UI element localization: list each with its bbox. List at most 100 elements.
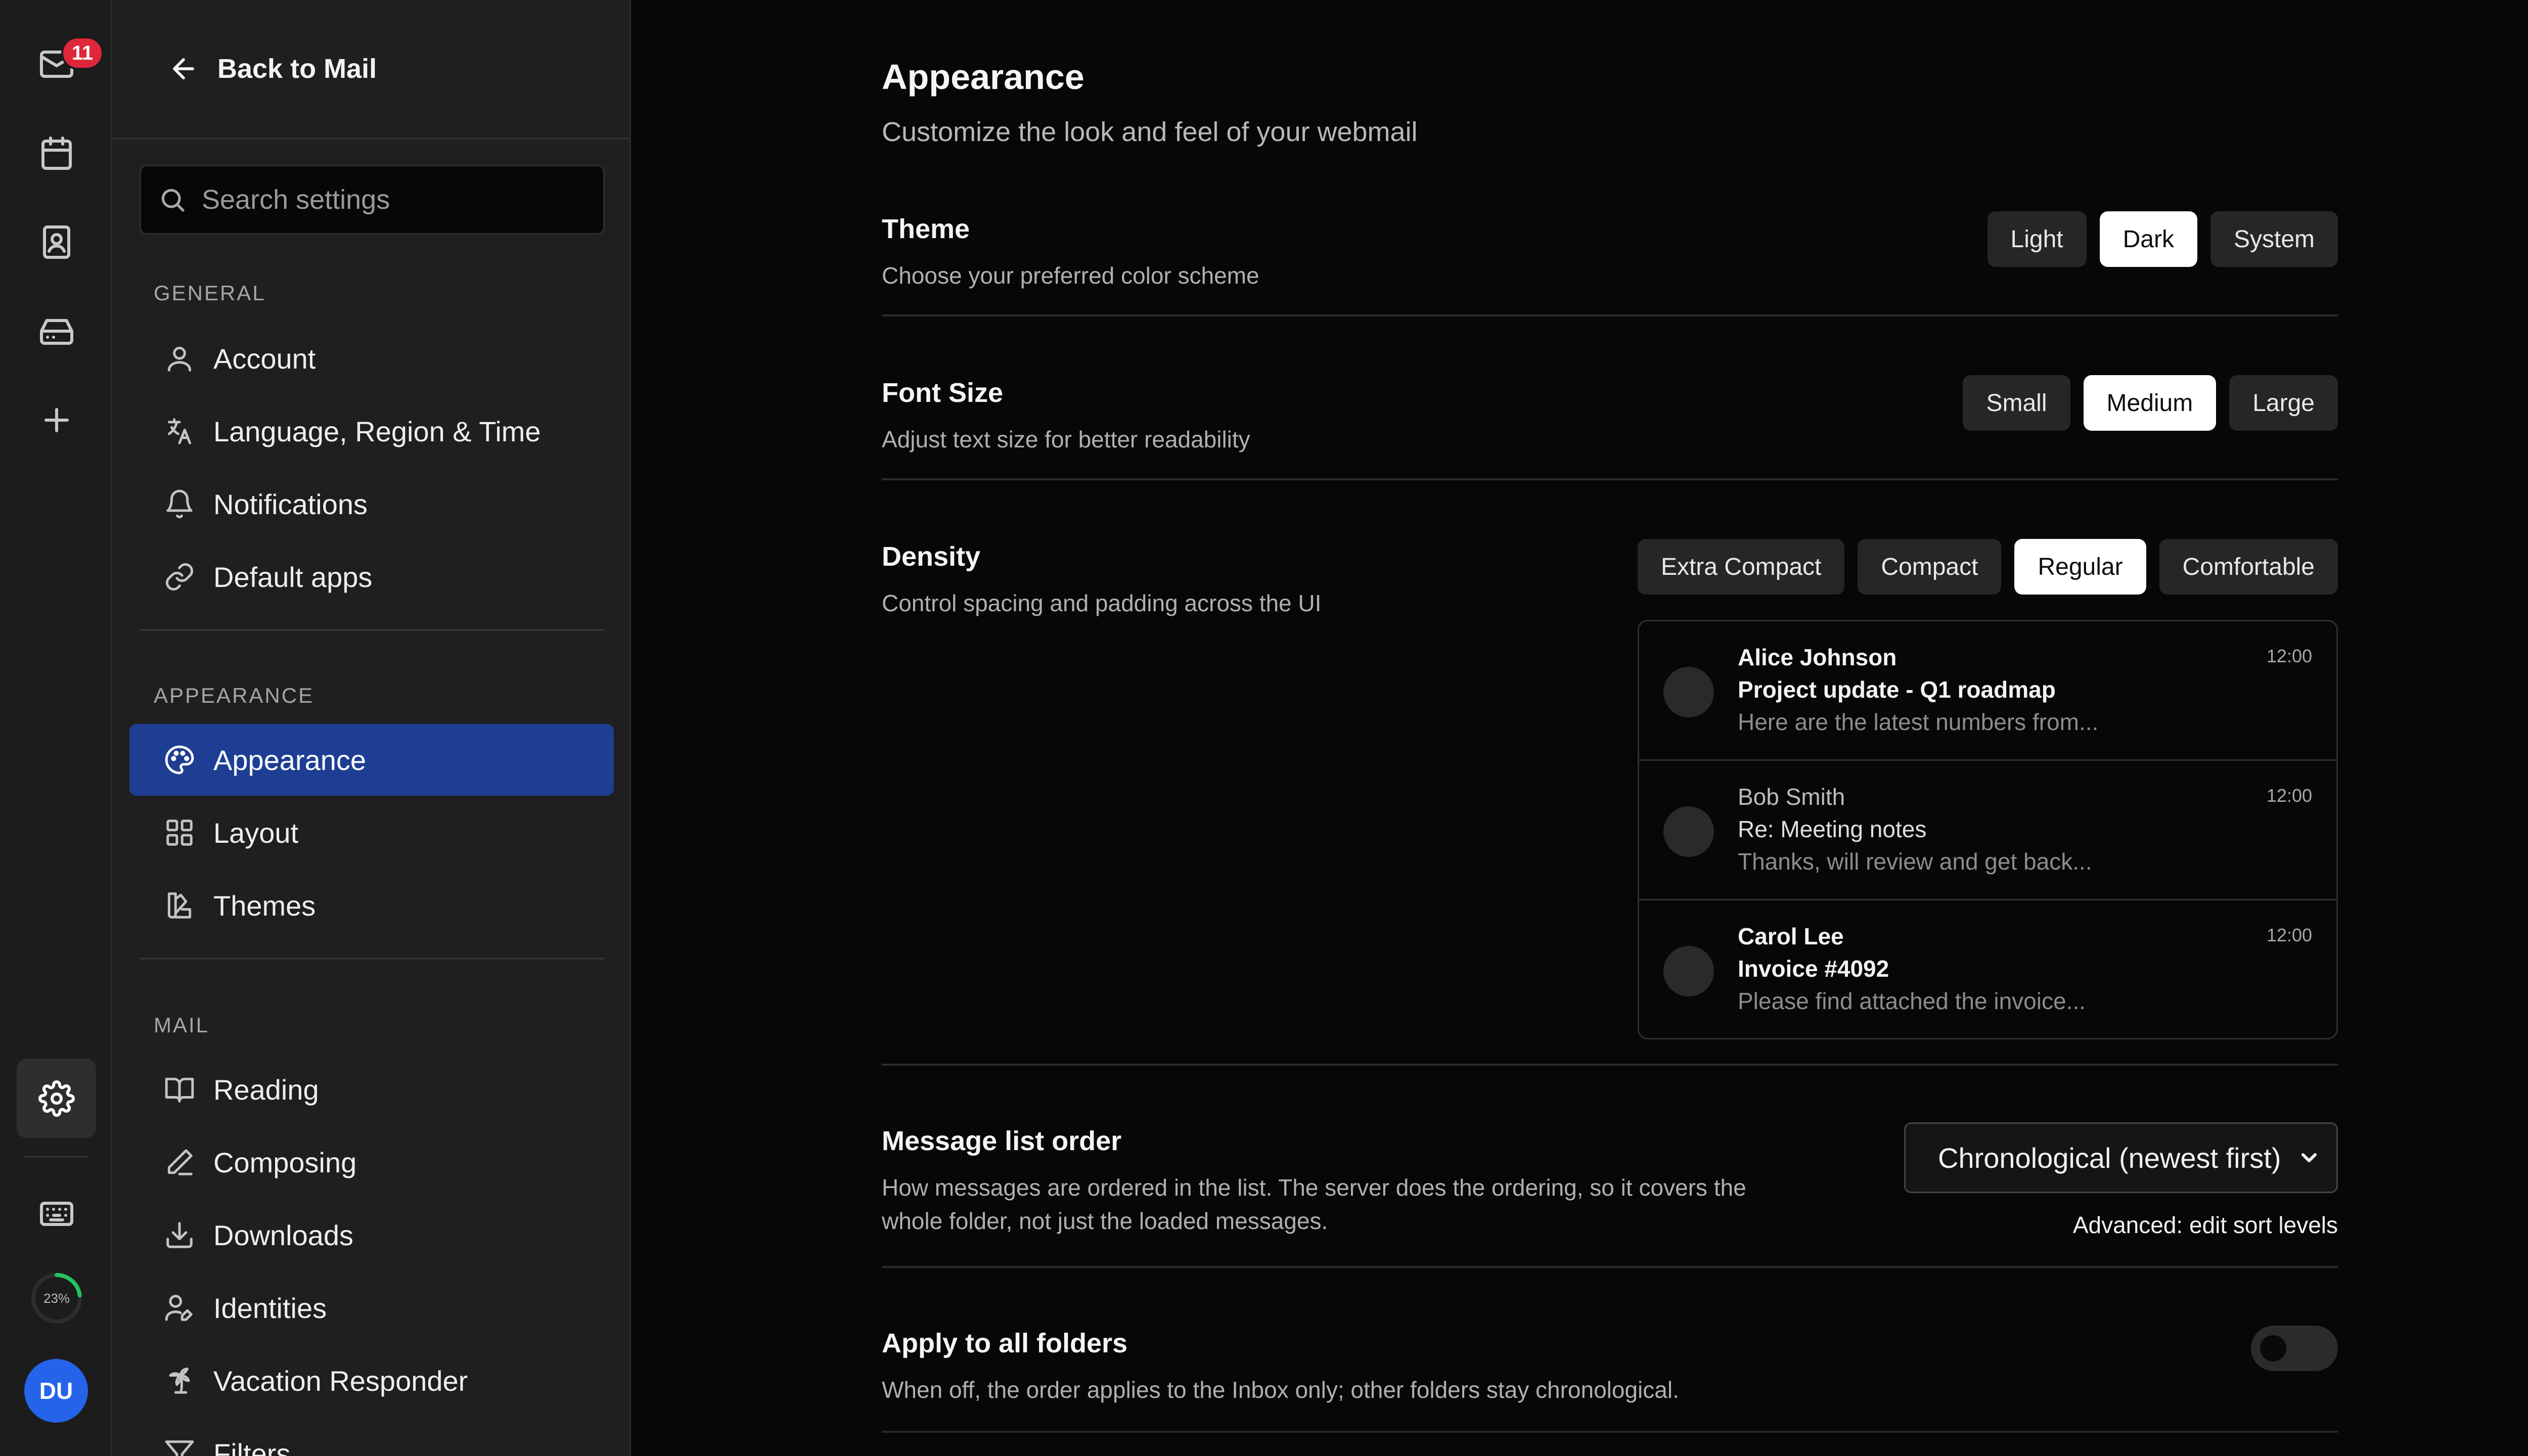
sender-avatar (1663, 946, 1714, 996)
bell-icon (166, 489, 193, 519)
apply-all-desc: When off, the order applies to the Inbox… (882, 1377, 1679, 1403)
preview-snippet: Please find attached the invoice... (1738, 988, 2086, 1014)
sidebar-item-reading[interactable]: Reading (129, 1054, 614, 1125)
message-order-value: Chronological (newest first) (1938, 1142, 2281, 1174)
sidebar-item-account[interactable]: Account (129, 323, 614, 394)
theme-option-dark[interactable]: Dark (2099, 211, 2197, 267)
contacts-icon (42, 225, 70, 259)
preview-subject: Project update - Q1 roadmap (1738, 676, 2056, 703)
sender-avatar (1663, 806, 1714, 857)
user-avatar[interactable]: DU (24, 1359, 88, 1423)
theme-desc: Choose your preferred color scheme (882, 262, 1259, 289)
section-heading-general: GENERAL (154, 281, 266, 305)
sidebar-item-filters[interactable]: Filters (129, 1418, 614, 1456)
font-size-option-small[interactable]: Small (1963, 375, 2070, 431)
keyboard-shortcuts-button[interactable] (17, 1174, 96, 1253)
sidebar-item-label: Layout (213, 816, 299, 849)
link-icon (166, 563, 193, 590)
sidebar-item-default-apps[interactable]: Default apps (129, 541, 614, 613)
settings-search[interactable] (140, 165, 605, 235)
sidebar-item-label: Appearance (213, 744, 367, 776)
sidebar-item-themes[interactable]: Themes (129, 870, 614, 941)
preview-sender: Alice Johnson (1738, 644, 1897, 670)
search-icon (161, 189, 185, 212)
density-title: Density (882, 541, 981, 572)
page-title: Appearance (882, 57, 1085, 97)
section-heading-mail: MAIL (154, 1013, 210, 1037)
arrow-left-icon (173, 58, 194, 79)
add-app-button[interactable] (17, 380, 96, 460)
contacts-rail-button[interactable] (17, 202, 96, 282)
font-size-option-large[interactable]: Large (2229, 375, 2338, 431)
theme-title: Theme (882, 214, 970, 244)
advanced-sort-link[interactable]: Advanced: edit sort levels (2073, 1211, 2338, 1239)
density-option-extra-compact[interactable]: Extra Compact (1637, 539, 1845, 595)
download-icon (166, 1222, 193, 1248)
preview-snippet: Here are the latest numbers from... (1738, 709, 2099, 735)
preview-message-row: Carol Lee Invoice #4092 Please find atta… (1639, 900, 2336, 1038)
sidebar-item-label: Composing (213, 1146, 357, 1178)
density-option-comfortable[interactable]: Comfortable (2159, 539, 2338, 595)
settings-sidebar: Back to Mail GENERAL Account Language, R… (112, 0, 631, 1456)
font-size-option-medium[interactable]: Medium (2083, 375, 2217, 431)
sidebar-item-language[interactable]: Language, Region & Time (129, 395, 614, 467)
section-divider (882, 314, 2338, 316)
section-heading-appearance: APPEARANCE (154, 684, 314, 707)
settings-rail-button[interactable] (17, 1059, 96, 1138)
calendar-rail-button[interactable] (17, 113, 96, 193)
preview-message-row: Alice Johnson Project update - Q1 roadma… (1639, 621, 2336, 761)
grid-icon (166, 820, 193, 846)
apply-all-toggle[interactable] (2251, 1326, 2338, 1371)
theme-option-system[interactable]: System (2210, 211, 2338, 267)
back-to-mail-link[interactable]: Back to Mail (168, 46, 377, 92)
sender-avatar (1663, 667, 1714, 717)
settings-search-input[interactable] (202, 184, 596, 215)
identity-icon (165, 1295, 193, 1321)
preview-sender: Bob Smith (1738, 784, 1845, 810)
font-size-selector: Small Medium Large (1963, 375, 2338, 431)
unread-badge: 11 (61, 36, 104, 70)
section-divider (882, 478, 2338, 480)
density-option-compact[interactable]: Compact (1858, 539, 2002, 595)
message-order-title: Message list order (882, 1126, 1122, 1156)
back-label: Back to Mail (217, 54, 377, 84)
sidebar-item-notifications[interactable]: Notifications (129, 468, 614, 540)
plus-icon (44, 407, 69, 432)
user-icon (167, 346, 192, 372)
sidebar-item-label: Identities (213, 1292, 327, 1324)
settings-icon (38, 1080, 75, 1117)
drive-rail-button[interactable] (17, 291, 96, 371)
sidebar-item-downloads[interactable]: Downloads (129, 1199, 614, 1271)
filter-icon (165, 1440, 194, 1456)
sidebar-divider (140, 958, 605, 960)
storage-quota[interactable]: 23% (26, 1268, 87, 1329)
sidebar-item-label: Notifications (213, 488, 368, 520)
pen-icon (167, 1149, 193, 1175)
theme-option-light[interactable]: Light (1987, 211, 2087, 267)
message-order-desc-line2: whole folder, not just the loaded messag… (882, 1208, 1328, 1234)
preview-time: 12:00 (2266, 925, 2312, 945)
sidebar-item-label: Account (213, 342, 316, 375)
sidebar-item-composing[interactable]: Composing (129, 1126, 614, 1198)
density-selector: Extra Compact Compact Regular Comfortabl… (1637, 539, 2338, 595)
density-option-regular[interactable]: Regular (2014, 539, 2146, 595)
quota-label: 23% (43, 1290, 70, 1306)
mail-rail-button[interactable]: 11 (17, 24, 104, 104)
preview-subject: Invoice #4092 (1738, 956, 1889, 982)
sidebar-item-vacation-responder[interactable]: Vacation Responder (129, 1345, 614, 1417)
section-divider (882, 1064, 2338, 1066)
theme-selector: Light Dark System (1987, 211, 2338, 267)
preview-time: 12:00 (2266, 785, 2312, 806)
sidebar-item-identities[interactable]: Identities (129, 1272, 614, 1344)
sidebar-item-layout[interactable]: Layout (129, 797, 614, 869)
sidebar-item-label: Themes (213, 889, 316, 922)
sidebar-item-label: Reading (213, 1073, 319, 1106)
drive-icon (39, 318, 73, 345)
preview-time: 12:00 (2266, 646, 2312, 666)
sidebar-item-appearance[interactable]: Appearance (129, 724, 614, 796)
translate-icon (167, 418, 192, 444)
preview-sender: Carol Lee (1738, 923, 1844, 949)
message-order-select[interactable]: Chronological (newest first) (1904, 1122, 2338, 1193)
apply-all-title: Apply to all folders (882, 1328, 1128, 1358)
density-preview: Alice Johnson Project update - Q1 roadma… (1638, 620, 2338, 1039)
